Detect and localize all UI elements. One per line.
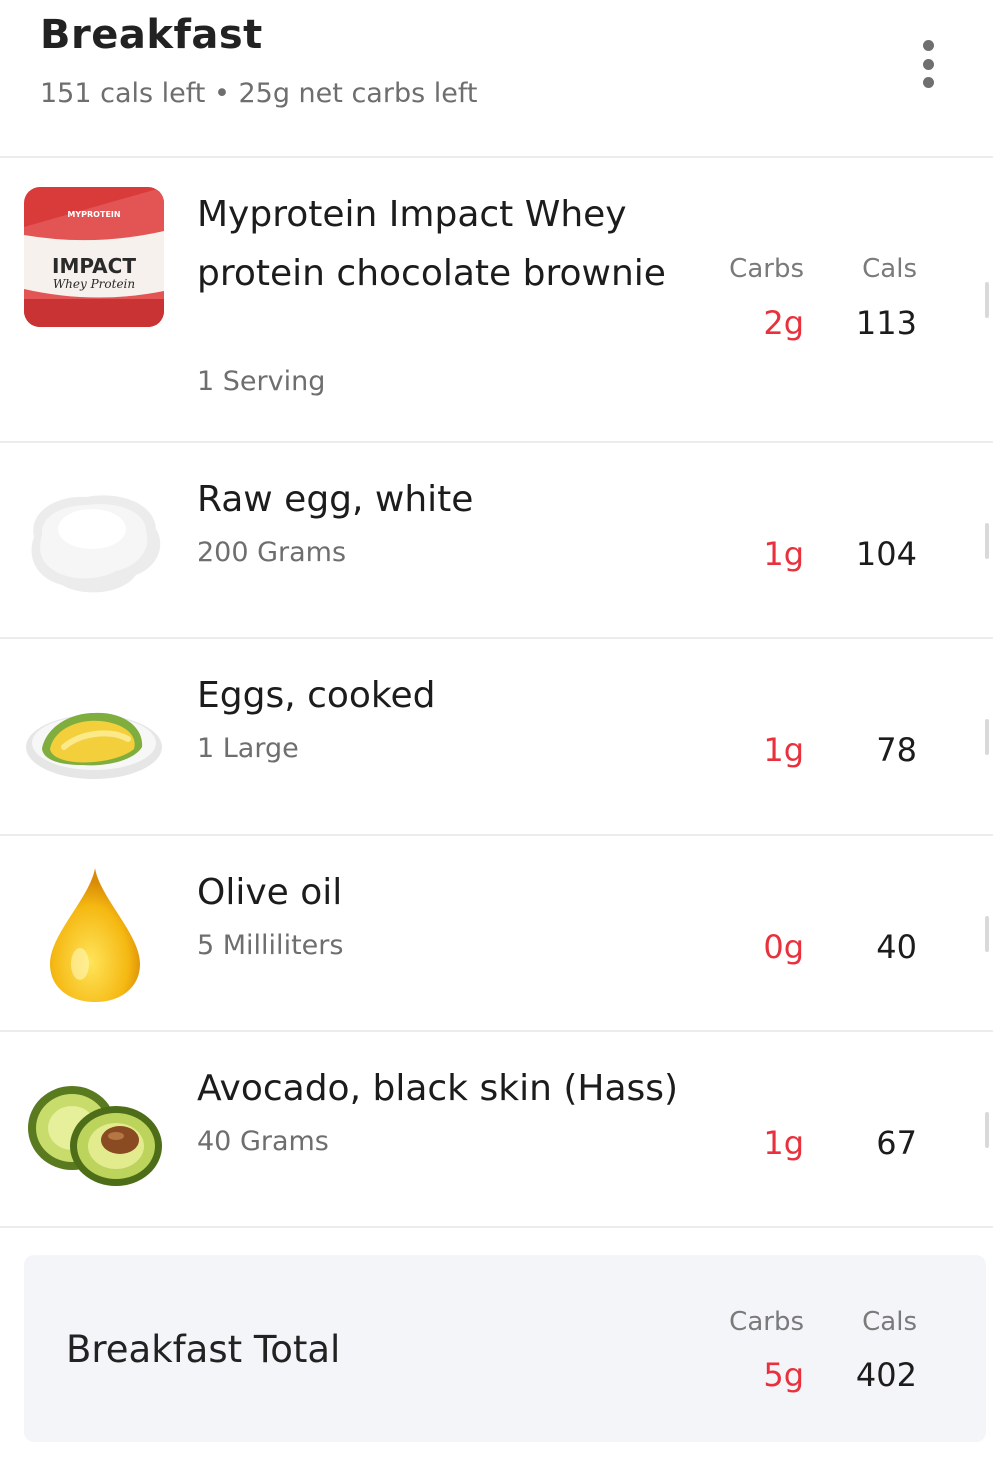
food-amount: 5 Milliliters — [197, 930, 344, 961]
food-row[interactable]: Raw egg, white 200 Grams 1g 104 — [0, 443, 993, 639]
meal-total-label: Breakfast Total — [66, 1328, 341, 1371]
pack-brand-text: MYPROTEIN — [67, 210, 120, 219]
food-name: Eggs, cooked — [197, 675, 436, 716]
cals-value: 78 — [876, 731, 917, 769]
food-amount: 1 Serving — [197, 366, 326, 397]
oil-drop-image — [50, 868, 140, 1002]
cals-value: 67 — [876, 1124, 917, 1162]
cals-value: 40 — [876, 928, 917, 966]
swipe-handle[interactable] — [985, 523, 989, 559]
total-cals-label: Cals — [862, 1307, 917, 1337]
swipe-handle[interactable] — [985, 282, 989, 318]
swipe-handle[interactable] — [985, 719, 989, 755]
cals-column-label: Cals — [862, 254, 917, 284]
swipe-handle[interactable] — [985, 916, 989, 952]
food-name: Avocado, black skin (Hass) — [197, 1068, 679, 1109]
food-row[interactable]: Avocado, black skin (Hass) 40 Grams 1g 6… — [0, 1032, 993, 1228]
cals-value: 104 — [855, 535, 917, 573]
swipe-handle[interactable] — [985, 1112, 989, 1148]
cals-value: 113 — [855, 304, 917, 342]
food-row[interactable]: Olive oil 5 Milliliters 0g 40 — [0, 836, 993, 1032]
food-amount: 40 Grams — [197, 1126, 329, 1157]
meal-header: Breakfast 151 cals left • 25g net carbs … — [0, 0, 993, 158]
egg-white-image — [31, 495, 161, 593]
food-row[interactable]: MYPROTEIN IMPACT Whey Protein Myprotein … — [0, 158, 993, 443]
more-vertical-icon[interactable] — [906, 36, 950, 92]
protein-pack-image: MYPROTEIN IMPACT Whey Protein — [24, 187, 164, 327]
carbs-column-label: Carbs — [729, 254, 804, 284]
meal-title: Breakfast — [40, 12, 263, 58]
total-carbs-label: Carbs — [729, 1307, 804, 1337]
pack-line1-text: IMPACT — [52, 254, 136, 278]
food-amount: 1 Large — [197, 733, 299, 764]
meal-total-card: Breakfast Total Carbs Cals 5g 402 — [24, 1255, 986, 1442]
meal-remaining-summary: 151 cals left • 25g net carbs left — [40, 78, 478, 109]
total-cals-value: 402 — [855, 1356, 917, 1394]
omelette-image — [26, 712, 162, 779]
food-name: Raw egg, white — [197, 479, 474, 520]
avocado-image — [28, 1086, 162, 1186]
food-row[interactable]: Eggs, cooked 1 Large 1g 78 — [0, 639, 993, 836]
food-name: Olive oil — [197, 872, 343, 913]
food-amount: 200 Grams — [197, 537, 347, 568]
pack-line2-text: Whey Protein — [53, 277, 135, 291]
food-name: Myprotein Impact Whey protein chocolate … — [197, 194, 666, 294]
